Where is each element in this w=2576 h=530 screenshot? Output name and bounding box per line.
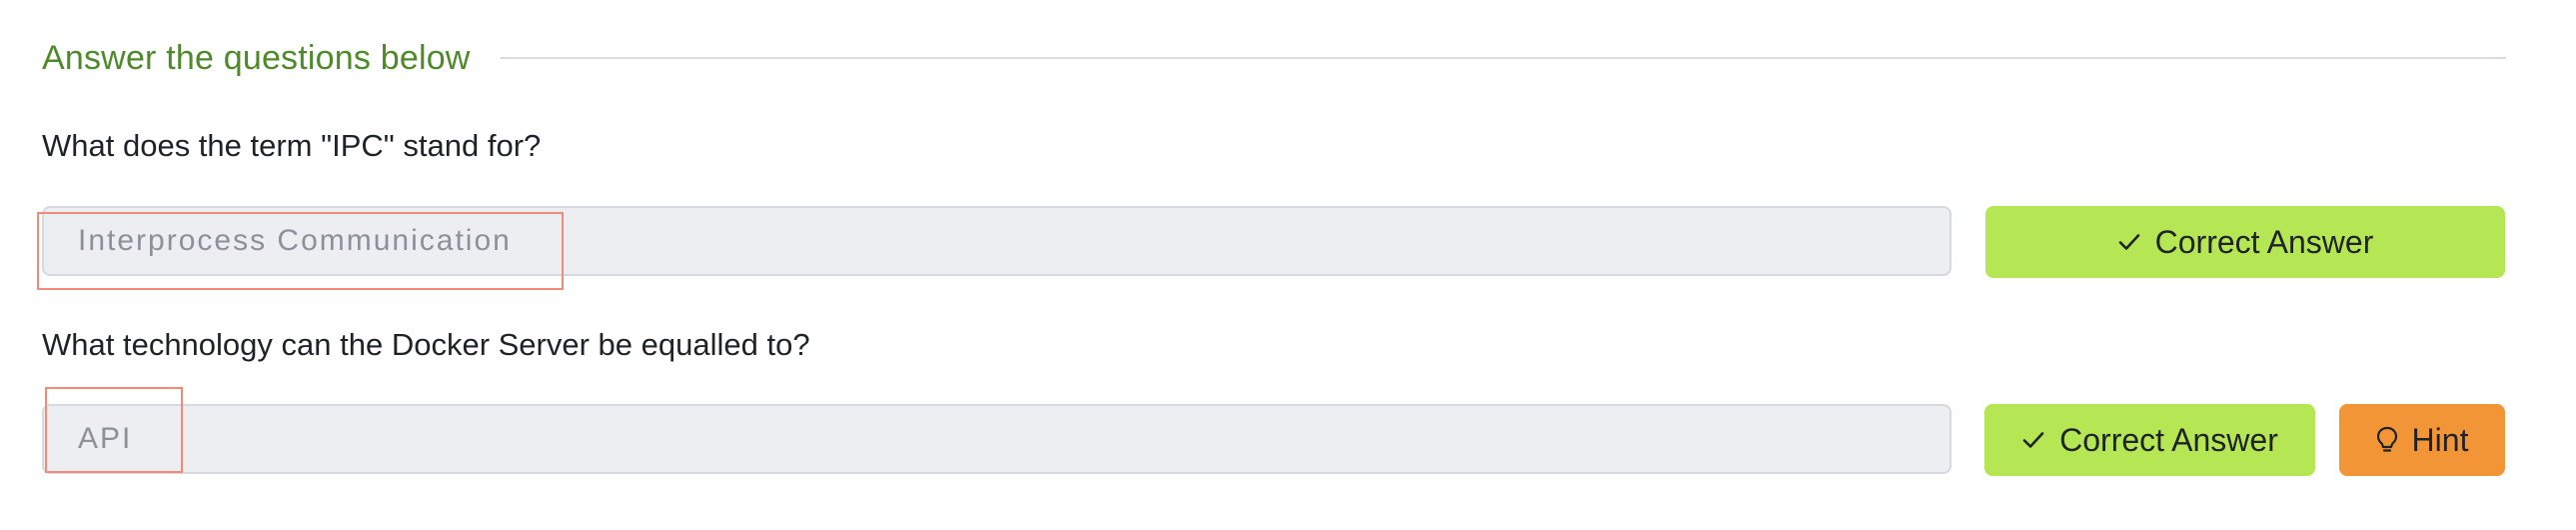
checkmark-icon: [2117, 230, 2141, 254]
question-section: Answer the questions below What does the…: [0, 0, 2576, 530]
question-2-correct-answer-button[interactable]: Correct Answer: [1984, 404, 2315, 476]
section-divider: [500, 57, 2506, 59]
section-title: Answer the questions below: [42, 38, 471, 77]
question-2-answer-field[interactable]: API: [42, 404, 1951, 474]
question-2-hint-button[interactable]: Hint: [2339, 404, 2505, 476]
checkmark-icon: [2021, 428, 2045, 452]
section-header: Answer the questions below: [42, 34, 2506, 82]
question-1-correct-answer-button[interactable]: Correct Answer: [1985, 206, 2505, 278]
lightbulb-icon: [2376, 426, 2398, 454]
question-1-text: What does the term "IPC" stand for?: [42, 128, 542, 163]
answer-highlight-box: [37, 212, 564, 290]
answer-highlight-box: [45, 387, 183, 473]
correct-answer-label: Correct Answer: [2154, 223, 2374, 260]
question-2-text: What technology can the Docker Server be…: [42, 327, 810, 362]
correct-answer-label: Correct Answer: [2059, 421, 2278, 458]
hint-label: Hint: [2411, 421, 2469, 458]
